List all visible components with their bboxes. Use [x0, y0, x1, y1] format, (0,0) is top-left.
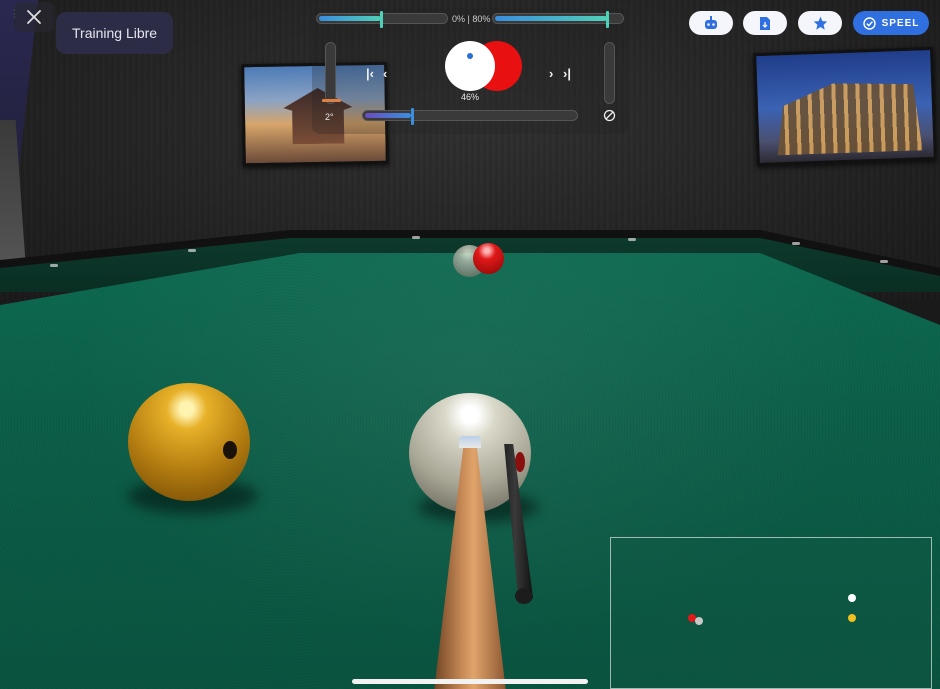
rail-diamond	[792, 242, 800, 245]
elevation-slider[interactable]	[322, 42, 341, 104]
speel-label: SPEEL	[881, 17, 920, 29]
red-object-ball	[473, 243, 504, 274]
rail-diamond	[880, 260, 888, 263]
wall-painting-colosseum	[753, 46, 937, 167]
document-download-icon	[760, 16, 770, 30]
check-circle-icon	[862, 16, 876, 30]
rail-diamond	[628, 238, 636, 241]
minimap-yellow-ball	[848, 614, 856, 622]
first-shot-button[interactable]: |‹	[366, 66, 374, 81]
spin-percent: 46%	[461, 92, 480, 102]
cue-tip	[459, 436, 481, 448]
slider-thumb[interactable]	[380, 11, 383, 28]
table-minimap[interactable]	[610, 537, 932, 689]
slider-thumb[interactable]	[606, 11, 609, 28]
ball-spot	[223, 441, 237, 459]
rail-diamond	[188, 249, 196, 252]
close-button[interactable]	[14, 2, 54, 32]
prev-shot-button[interactable]: ‹	[383, 66, 387, 81]
no-symbol-icon[interactable]	[603, 109, 616, 122]
slider-fill	[495, 16, 607, 21]
robot-button[interactable]	[689, 11, 733, 35]
spin-point[interactable]	[467, 53, 473, 59]
favorite-button[interactable]	[798, 11, 842, 35]
yellow-ball	[128, 383, 250, 501]
slider-fill	[365, 113, 411, 118]
home-indicator[interactable]	[352, 679, 588, 684]
minimap-white-ball	[848, 594, 856, 602]
mode-title: Training Libre	[72, 25, 158, 41]
power-min-slider[interactable]	[316, 11, 448, 28]
mode-title-badge: Training Libre	[56, 12, 174, 54]
document-button[interactable]	[743, 11, 787, 35]
star-icon	[813, 16, 827, 30]
right-vertical-slider[interactable]	[604, 42, 615, 104]
slider-fill	[319, 16, 381, 21]
robot-icon	[705, 16, 717, 29]
slider-thumb[interactable]	[322, 99, 341, 102]
bridge-end	[515, 588, 533, 604]
spin-selector[interactable]	[445, 41, 495, 91]
ball-spot	[515, 452, 525, 472]
rail-diamond	[412, 236, 420, 239]
shot-control-panel: 0% | 80% 2° |‹ ‹ 46% › ›|	[312, 8, 628, 134]
minimap-far-ball	[695, 617, 703, 625]
close-icon	[27, 10, 41, 24]
speel-button[interactable]: SPEEL	[853, 11, 929, 35]
last-shot-button[interactable]: ›|	[563, 66, 571, 81]
elevation-readout: 2°	[325, 112, 334, 122]
power-max-slider[interactable]	[492, 11, 624, 28]
cue-angle-slider[interactable]	[362, 108, 578, 125]
power-readout: 0% | 80%	[452, 14, 491, 24]
colosseum-image	[775, 80, 922, 155]
next-shot-button[interactable]: ›	[549, 66, 553, 81]
slider-thumb[interactable]	[411, 108, 414, 125]
rail-diamond	[50, 264, 58, 267]
